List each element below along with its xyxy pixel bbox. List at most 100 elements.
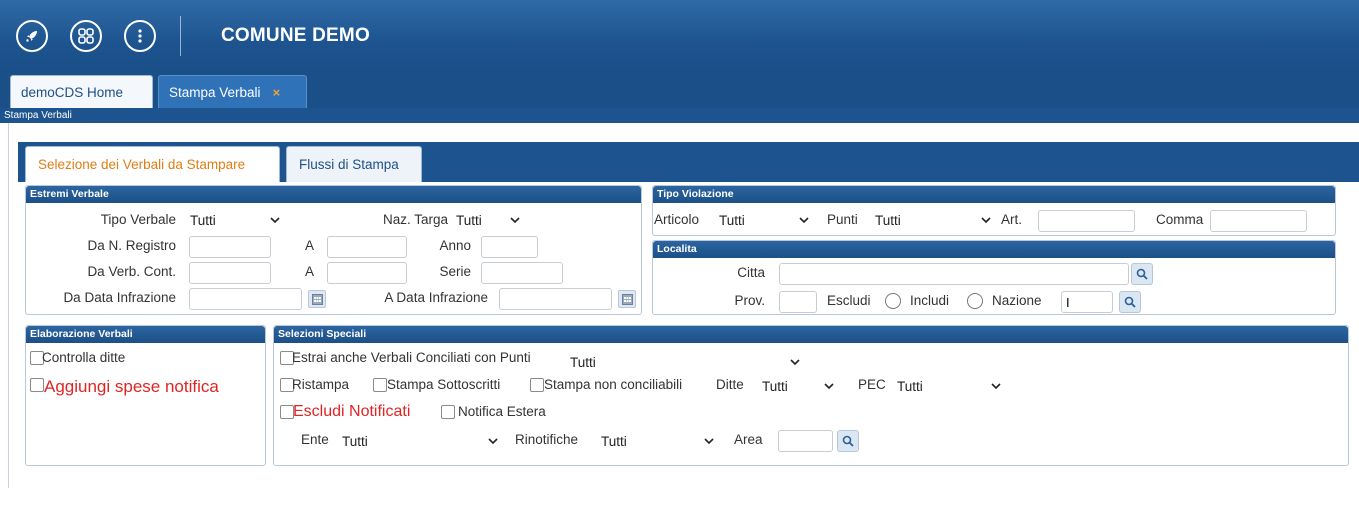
content-frame-border [8,123,9,488]
panel-title: Estremi Verbale [26,186,641,203]
rinotifiche-select[interactable]: Tutti [597,431,718,452]
tab-flussi-di-stampa[interactable]: Flussi di Stampa [286,146,422,182]
escludi-label: Escludi [827,293,871,308]
rinotifiche-label: Rinotifiche [515,432,579,447]
serie-input[interactable] [481,262,563,284]
naz-targa-label: Naz. Targa [382,212,448,227]
ente-label: Ente [301,432,329,447]
app-title: COMUNE DEMO [221,25,370,46]
aggiungi-spese-checkbox[interactable] [30,378,44,392]
a-data-infrazione-label: A Data Infrazione [384,290,488,305]
panel-title: Localita [653,241,1335,258]
da-data-infrazione-input[interactable] [189,288,302,310]
articolo-select[interactable]: Tutti [715,210,813,231]
notifica-estera-label: Notifica Estera [458,404,546,419]
pec-select[interactable]: Tutti [893,376,1005,397]
ristampa-label: Ristampa [292,377,350,392]
tipo-violazione-panel: Tipo Violazione Articolo Tutti Punti Tut… [652,185,1336,236]
ente-select[interactable]: Tutti [338,431,502,452]
tab-label: Stampa Verbali [169,84,261,100]
chevron-down-icon [991,383,1001,390]
a-registro-label: A [305,238,315,253]
select-value: Tutti [897,379,923,394]
da-registro-input[interactable] [189,236,271,258]
chevron-down-icon [799,217,809,224]
nazione-label: Nazione [992,293,1042,308]
anno-input[interactable] [481,236,538,258]
anno-label: Anno [439,238,471,253]
close-tab-icon[interactable]: × [273,85,281,100]
art-input[interactable] [1038,210,1135,232]
chevron-down-icon [270,217,280,224]
pec-label: PEC [858,377,886,392]
da-verb-cont-label: Da Verb. Cont. [87,264,176,279]
includi-label: Includi [910,293,950,308]
prov-input[interactable] [779,291,817,313]
naz-targa-select[interactable]: Tutti [452,210,524,231]
rocket-icon[interactable] [16,20,48,52]
chevron-down-icon [790,359,800,366]
notifica-estera-checkbox[interactable] [441,405,455,419]
estremi-verbale-panel: Estremi Verbale Tipo Verbale Tutti Naz. … [25,185,642,315]
chevron-down-icon [488,438,498,445]
search-icon[interactable] [837,430,859,452]
select-value: Tutti [342,434,368,449]
tab-label: Flussi di Stampa [299,157,399,172]
da-registro-label: Da N. Registro [87,238,176,253]
tipo-verbale-select[interactable]: Tutti [186,210,284,231]
da-verb-cont-input[interactable] [189,262,271,284]
chevron-down-icon [824,383,834,390]
tab-stampa-verbali[interactable]: Stampa Verbali × [158,75,307,108]
search-icon[interactable] [1131,263,1153,285]
nazione-input[interactable] [1061,291,1113,313]
includi-radio[interactable] [967,293,983,309]
select-value: Tutti [762,379,788,394]
art-label: Art. [1001,212,1023,227]
controlla-ditte-label: Controlla ditte [42,350,126,365]
apps-grid-icon[interactable] [70,20,102,52]
articolo-label: Articolo [654,212,700,227]
tab-democds-home[interactable]: demoCDS Home [10,75,153,108]
comma-label: Comma [1156,212,1204,227]
page-tab-bar: demoCDS Home Stampa Verbali × [0,72,1359,108]
da-data-infrazione-label: Da Data Infrazione [63,290,176,305]
punti-label: Punti [827,212,858,227]
estrai-conciliati-select[interactable]: Tutti [566,352,804,373]
info-icon[interactable] [124,20,156,52]
area-label: Area [734,432,763,447]
chevron-down-icon [704,438,714,445]
comma-input[interactable] [1210,210,1307,232]
calendar-icon[interactable] [618,290,636,308]
chevron-down-icon [510,217,520,224]
select-value: Tutti [875,213,901,228]
a-verb-cont-input[interactable] [327,262,407,284]
tab-selezione-verbali[interactable]: Selezione dei Verbali da Stampare [25,146,280,182]
stampa-sottoscritti-label: Stampa Sottoscritti [387,377,501,392]
ditte-select[interactable]: Tutti [758,376,838,397]
a-data-infrazione-input[interactable] [499,288,612,310]
tipo-verbale-label: Tipo Verbale [100,212,176,227]
a-registro-input[interactable] [327,236,407,258]
header-divider [180,16,181,56]
select-value: Tutti [570,355,596,370]
serie-label: Serie [439,264,471,279]
tab-label: demoCDS Home [21,84,124,100]
estrai-conciliati-label: Estrai anche Verbali Conciliati con Punt… [292,350,531,365]
a-verb-cont-label: A [305,264,315,279]
search-icon[interactable] [1119,291,1141,313]
citta-input[interactable] [779,263,1129,285]
calendar-icon[interactable] [308,290,326,308]
escludi-notificati-checkbox[interactable] [280,405,294,419]
punti-select[interactable]: Tutti [871,210,995,231]
stampa-sottoscritti-checkbox[interactable] [373,378,387,392]
escludi-radio[interactable] [885,293,901,309]
app-header: COMUNE DEMO [0,0,1359,72]
localita-panel: Localita Citta Prov. Escludi Includi Naz… [652,240,1336,315]
panel-title: Elaborazione Verbali [26,326,265,343]
select-value: Tutti [601,434,627,449]
select-value: Tutti [719,213,745,228]
panel-title: Selezioni Speciali [274,326,1348,343]
stampa-non-conciliabili-checkbox[interactable] [530,378,544,392]
area-input[interactable] [778,430,833,452]
tab-label: Selezione dei Verbali da Stampare [38,157,246,172]
